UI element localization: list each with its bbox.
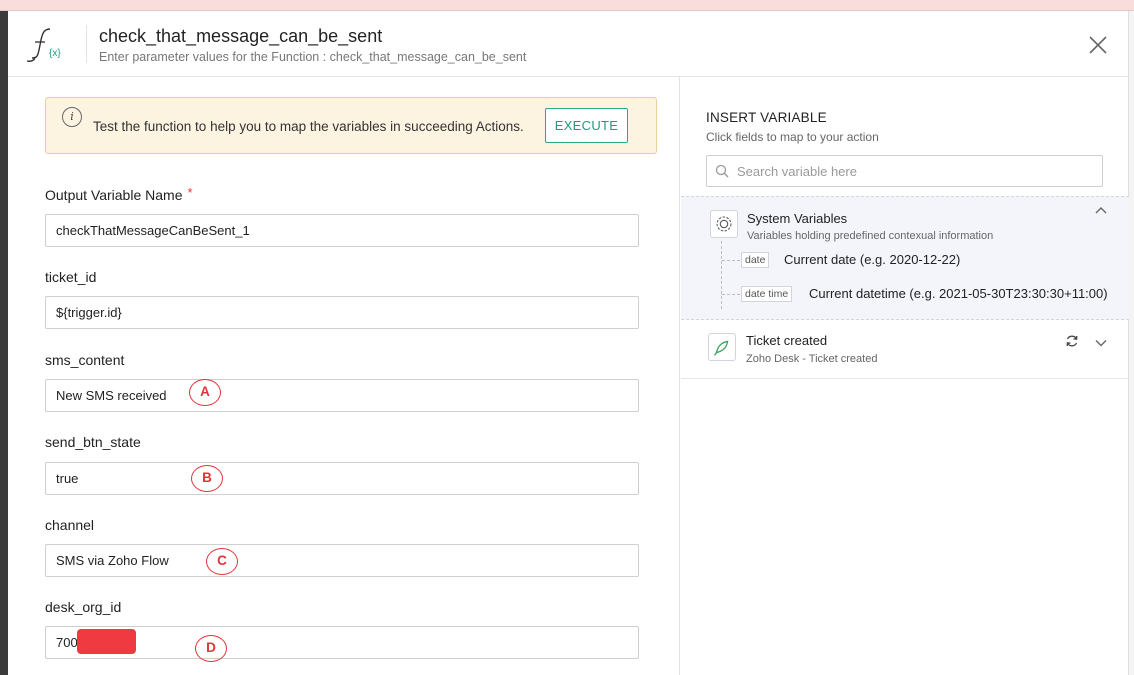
variable-search-box (706, 155, 1103, 187)
system-variables-section[interactable]: System Variables Variables holding prede… (681, 196, 1129, 320)
tree-branch (722, 294, 740, 295)
annotation-marker-d: D (195, 635, 227, 662)
header-divider (86, 25, 87, 63)
tree-connector (721, 241, 722, 309)
variable-desc-date[interactable]: Current date (e.g. 2020-12-22) (784, 252, 960, 267)
gear-icon (710, 210, 738, 238)
refresh-icon[interactable] (1065, 334, 1079, 348)
output-variable-label: Output Variable Name * (45, 185, 193, 203)
variable-tag-datetime[interactable]: date time (741, 286, 793, 302)
output-variable-field[interactable]: checkThatMessageCanBeSent_1 (45, 214, 639, 247)
background-app-strip (0, 0, 1134, 11)
channel-label: channel (45, 517, 95, 533)
modal-title: check_that_message_can_be_sent (99, 26, 383, 46)
test-function-banner: i Test the function to help you to map t… (45, 97, 657, 154)
annotation-marker-b: B (191, 465, 223, 492)
variable-tag-date[interactable]: date (741, 252, 770, 268)
annotation-marker-a: A (189, 379, 221, 406)
annotation-marker-c: C (206, 548, 238, 575)
system-variables-subtitle: Variables holding predefined contexual i… (747, 230, 994, 242)
channel-field[interactable]: SMS via Zoho Flow (45, 544, 639, 577)
redaction-block (77, 629, 136, 654)
output-variable-label-text: Output Variable Name (45, 187, 183, 203)
background-sidebar (0, 11, 8, 675)
zoho-desk-icon (708, 333, 736, 361)
parameters-panel: i Test the function to help you to map t… (8, 77, 679, 675)
trigger-title: Ticket created (746, 333, 828, 348)
tree-branch (722, 260, 740, 261)
trigger-ticket-created[interactable]: Ticket created Zoho Desk - Ticket create… (681, 320, 1129, 379)
sms-content-label: sms_content (45, 352, 125, 368)
close-icon[interactable] (1088, 35, 1108, 55)
ticket-id-field[interactable]: ${trigger.id} (45, 296, 639, 329)
send-btn-state-field[interactable]: true (45, 462, 639, 495)
sms-content-field[interactable]: New SMS received (45, 379, 639, 412)
modal-header: {x} check_that_message_can_be_sent Enter… (8, 11, 1128, 77)
send-btn-state-label: send_btn_state (45, 434, 141, 450)
execute-button[interactable]: EXECUTE (545, 108, 628, 143)
function-fx-icon: {x} (26, 28, 61, 62)
insert-variable-title: INSERT VARIABLE (706, 110, 827, 125)
svg-text:{x}: {x} (49, 48, 61, 59)
ticket-id-label: ticket_id (45, 269, 97, 285)
system-variables-title: System Variables (747, 211, 848, 226)
search-icon (715, 164, 729, 178)
required-asterisk: * (187, 185, 193, 200)
banner-text: Test the function to help you to map the… (93, 119, 524, 134)
chevron-down-icon[interactable] (1095, 339, 1107, 347)
desk-org-id-label: desk_org_id (45, 599, 122, 615)
search-input[interactable] (737, 156, 1097, 186)
info-icon: i (62, 107, 82, 127)
chevron-up-icon[interactable] (1094, 205, 1108, 215)
trigger-subtitle: Zoho Desk - Ticket created (746, 353, 878, 365)
variable-desc-datetime[interactable]: Current datetime (e.g. 2021-05-30T23:30:… (809, 286, 1108, 301)
insert-variable-panel: INSERT VARIABLE Click fields to map to y… (679, 77, 1129, 675)
function-test-modal: {x} check_that_message_can_be_sent Enter… (8, 11, 1129, 675)
modal-subtitle: Enter parameter values for the Function … (99, 50, 527, 64)
insert-variable-subtitle: Click fields to map to your action (706, 130, 879, 144)
